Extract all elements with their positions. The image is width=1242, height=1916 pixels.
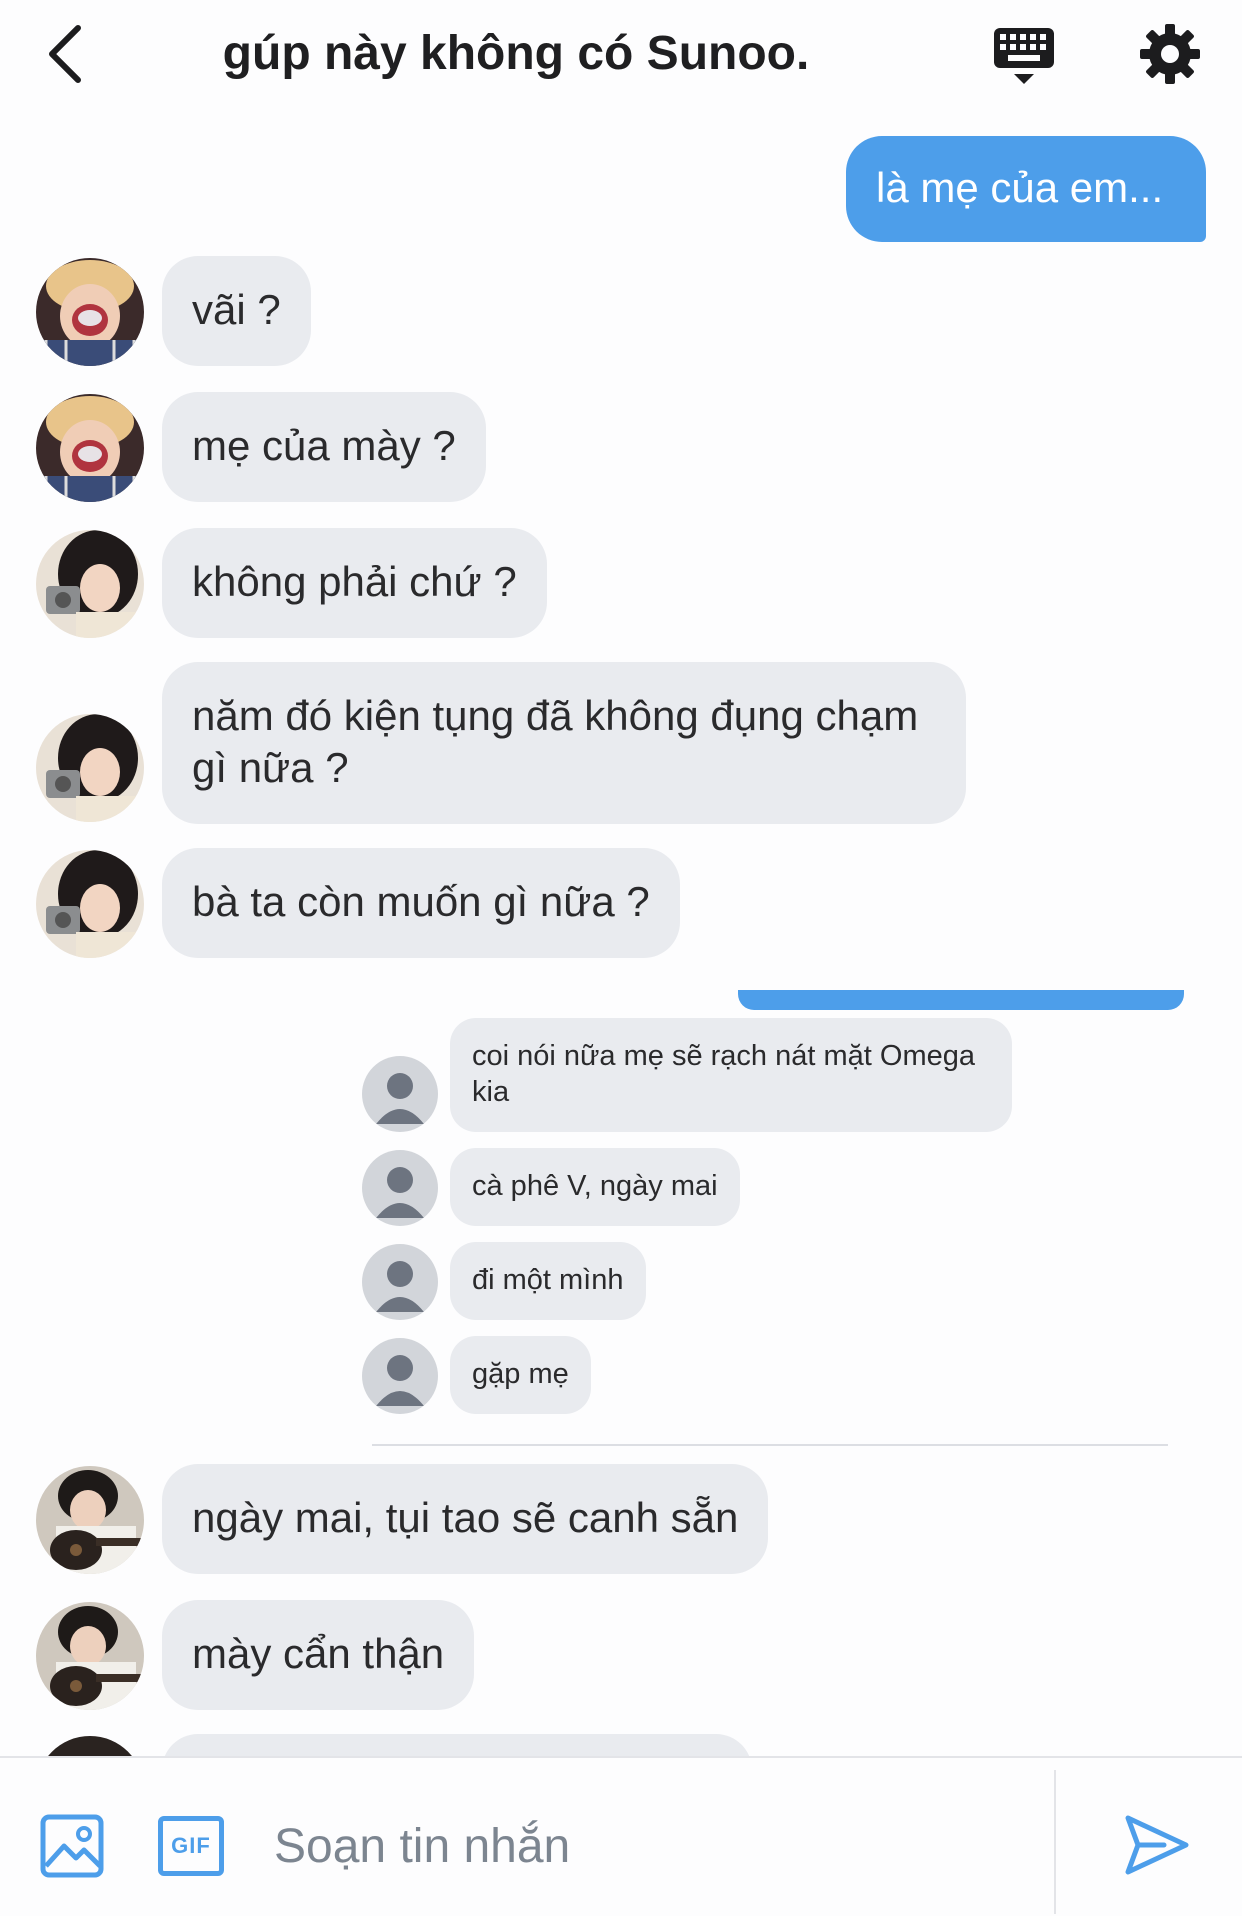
gear-icon	[1140, 24, 1200, 84]
gif-icon: GIF	[171, 1833, 211, 1858]
screenshot-message: coi nói nữa mẹ sẽ rạch nát mặt Omega kia	[450, 1018, 1012, 1132]
image-icon	[40, 1814, 104, 1878]
avatar[interactable]	[36, 714, 144, 822]
keyboard-icon	[994, 28, 1054, 84]
received-message[interactable]: mày cẩn thận	[162, 1600, 475, 1710]
user-placeholder-icon	[362, 1244, 438, 1320]
screenshot-image[interactable]: coi nói nữa mẹ sẽ rạch nát mặt Omega kia…	[350, 990, 1184, 1450]
paper-plane-icon	[1125, 1815, 1189, 1875]
received-message[interactable]: không phải chứ ?	[162, 528, 547, 638]
received-message[interactable]: năm đó kiện tụng đã không đụng chạm gì n…	[162, 662, 966, 824]
keyboard-button[interactable]	[990, 22, 1058, 90]
avatar[interactable]	[36, 1602, 144, 1710]
user-placeholder-icon	[362, 1338, 438, 1414]
composer-divider	[1054, 1770, 1056, 1914]
chat-title: gúp này không có Sunoo.	[222, 27, 810, 80]
attach-image-button[interactable]	[40, 1814, 104, 1878]
settings-button[interactable]	[1138, 22, 1202, 86]
user-placeholder-icon	[362, 1150, 438, 1226]
screenshot-message: đi một mình	[450, 1242, 646, 1320]
user-placeholder-icon	[362, 1056, 438, 1132]
gif-button[interactable]: GIF	[158, 1816, 224, 1876]
screenshot-message: cà phê V, ngày mai	[450, 1148, 740, 1226]
avatar[interactable]	[36, 1466, 144, 1574]
received-message[interactable]: bà ta còn muốn gì nữa ?	[162, 848, 680, 958]
send-button[interactable]	[1124, 1812, 1190, 1878]
avatar[interactable]	[36, 394, 144, 502]
sent-message[interactable]: là mẹ của em...	[846, 136, 1206, 242]
message-input[interactable]	[274, 1808, 1034, 1884]
received-message[interactable]: ngày mai, tụi tao sẽ canh sẵn	[162, 1464, 769, 1574]
back-button[interactable]	[40, 20, 100, 88]
received-message[interactable]: vãi ?	[162, 256, 311, 366]
avatar[interactable]	[36, 850, 144, 958]
screenshot-top-bar	[738, 990, 1184, 1010]
screenshot-divider	[372, 1444, 1168, 1446]
avatar[interactable]	[36, 258, 144, 366]
received-message[interactable]: mẹ của mày ?	[162, 392, 486, 502]
screenshot-message: gặp mẹ	[450, 1336, 591, 1414]
avatar[interactable]	[36, 530, 144, 638]
chevron-left-icon	[49, 25, 81, 83]
